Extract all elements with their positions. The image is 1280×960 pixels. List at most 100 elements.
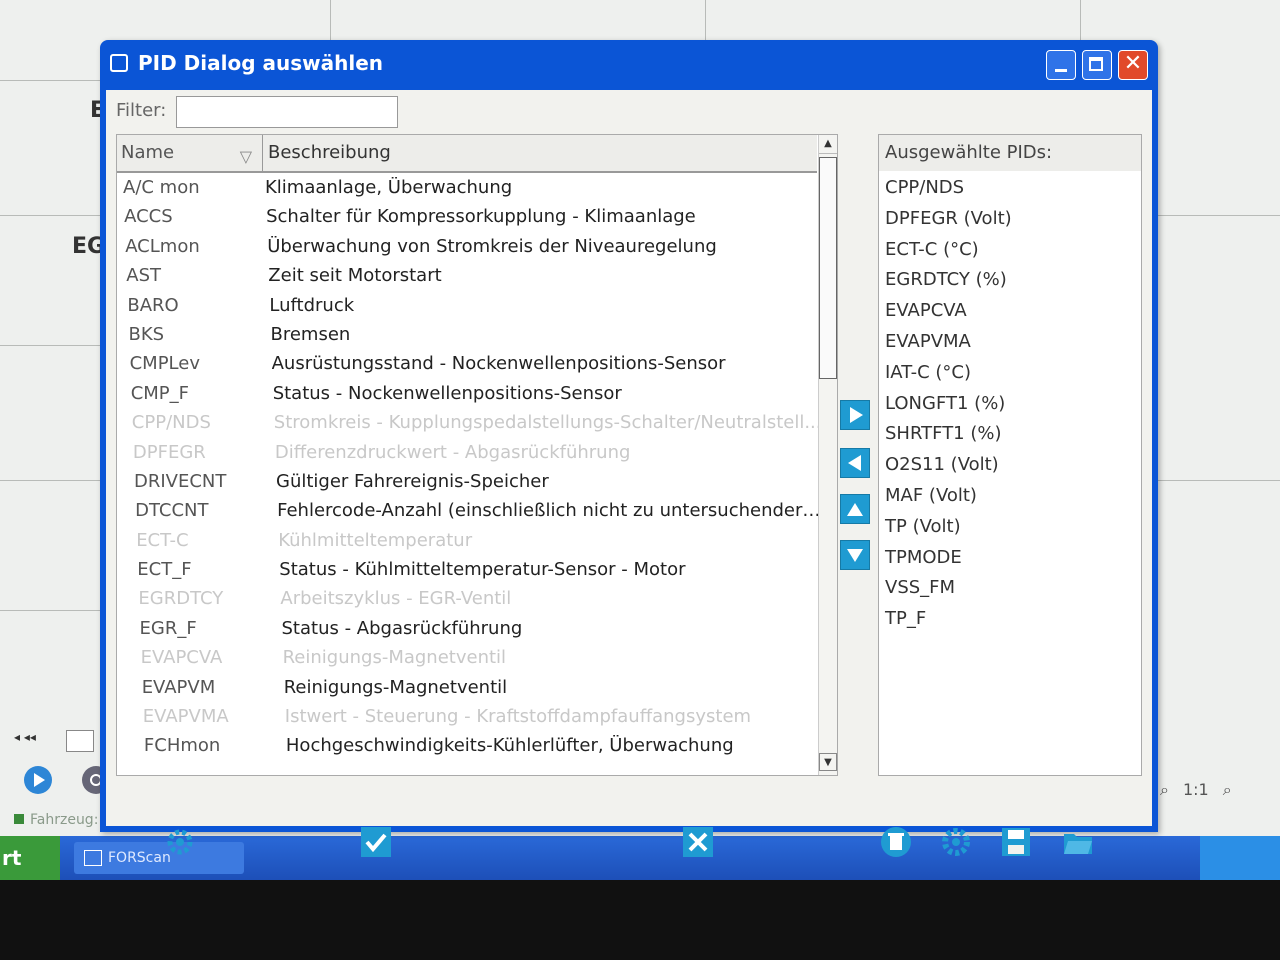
zoom-reset-button[interactable]: 1:1 [1183,780,1209,799]
selected-pids-list: Ausgewählte PIDs: CPP/NDS DPFEGR (Volt) EC… [878,134,1142,776]
table-row[interactable]: CMP_F Status - Nockenwellenpositions-Sens… [117,379,817,408]
table-row[interactable]: AST Zeit seit Motorstart [117,261,817,290]
scroll-up-icon[interactable]: ▲ [819,135,837,154]
row-name: A/C mon [123,177,200,198]
selected-pid-item[interactable]: IAT-C (°C) [879,358,1141,389]
table-row[interactable]: ECT_F Status - Kühlmitteltemperatur-Senso… [117,555,817,584]
row-description: Schalter für Kompressorkupplung - Klimaa… [266,206,696,228]
forscan-app-icon [84,850,102,866]
dialog-title: PID Dialog auswählen [138,51,383,75]
play-button[interactable] [24,766,52,794]
table-row[interactable]: ACLmon Überwachung von Stromkreis der Niv… [117,232,817,261]
selected-pid-item[interactable]: VSS_FM [879,573,1141,604]
selected-pid-item[interactable]: SHRTFT1 (%) [879,419,1141,450]
table-row[interactable]: DPFEGR Differenzdruckwert - Abgasrückführ… [117,438,817,467]
table-row[interactable]: EGRDTCY Arbeitszyklus - EGR-Ventil [117,584,817,613]
scroll-down-icon[interactable]: ▼ [819,753,837,771]
selected-pid-item[interactable]: MAF (Volt) [879,481,1141,512]
filter-input[interactable] [176,96,398,128]
selected-pid-item[interactable]: EGRDTCY (%) [879,265,1141,296]
app-icon [110,54,128,72]
save-button[interactable] [1000,826,1032,858]
settings-button[interactable] [940,826,972,858]
grid-line [1158,215,1280,216]
table-row[interactable]: EVAPVMA Istwert - Steuerung - Kraftstoffd… [117,702,817,731]
table-row[interactable]: DTCCNT Fehlercode-Anzahl (einschließlich … [117,496,825,525]
cancel-button[interactable] [682,826,714,858]
zoom-out-icon[interactable]: ⌕ [1160,780,1169,799]
row-description: Klimaanlage, Überwachung [265,177,513,198]
row-description: Ausrüstungsstand - Nockenwellenpositions… [271,353,726,375]
sort-indicator-icon: ▽ [239,147,252,166]
row-name: ECT_F [137,559,192,581]
selected-pid-item[interactable]: CPP/NDS [879,173,1141,204]
ok-button[interactable] [360,826,392,858]
row-name: CPP/NDS [131,412,211,434]
clear-button[interactable] [880,826,912,858]
grid-line [0,80,100,81]
table-row[interactable]: ACCS Schalter für Kompressorkupplung - Kl… [117,202,817,231]
row-name: BKS [128,323,165,345]
selected-pid-item[interactable]: TP_F [879,604,1141,635]
row-description: Differenzdruckwert - Abgasrückführung [274,441,631,463]
timeline-position-box[interactable] [66,730,94,752]
row-description: Kühlmitteltemperatur [278,529,473,551]
table-row[interactable]: A/C mon Klimaanlage, Überwachung [117,173,817,202]
move-up-button[interactable] [840,494,870,524]
row-name: ACCS [124,206,173,228]
row-name: DTCCNT [135,500,209,522]
table-row[interactable]: BARO Luftdruck [117,291,817,320]
table-row[interactable]: BKS Bremsen [117,320,817,349]
row-name: ACLmon [125,235,200,257]
selected-pid-item[interactable]: EVAPCVA [879,296,1141,327]
scrollbar-thumb[interactable] [819,157,837,379]
table-row[interactable]: EVAPCVA Reinigungs-Magnetventil [117,643,817,672]
row-name: DRIVECNT [134,470,227,492]
start-button[interactable]: rt [0,836,60,880]
table-row[interactable]: DRIVECNT Gültiger Fahrereignis-Speicher [117,467,817,496]
table-row[interactable]: FCHmon Hochgeschwindigkeits-Kühlerlüfter,… [117,731,817,760]
remove-pid-button[interactable] [840,448,870,478]
table-row[interactable]: ECT-C Kühlmitteltemperatur [117,526,817,555]
minimize-button[interactable] [1046,50,1076,80]
timeline-nav-arrows[interactable]: ◂ ◂◂ [14,730,36,744]
row-name: BARO [127,294,179,316]
selected-pid-item[interactable]: TP (Volt) [879,512,1141,543]
zoom-in-icon[interactable]: ⌕ [1223,780,1232,799]
vertical-scrollbar[interactable]: ▲ ▼ [818,135,837,775]
gear-icon [167,829,193,855]
list-header: Name ▽ Beschreibung [117,135,817,173]
system-tray [1200,836,1280,880]
settings-left-button[interactable] [164,826,196,858]
row-description: Bremsen [270,323,351,345]
selected-pid-item[interactable]: DPFEGR (Volt) [879,204,1141,235]
table-row[interactable]: EGR_F Status - Abgasrückführung [117,614,817,643]
row-description: Reinigungs-Magnetventil [283,676,508,698]
row-description: Reinigungs-Magnetventil [282,647,507,669]
table-row[interactable]: CMPLev Ausrüstungsstand - Nockenwellenpos… [117,349,817,378]
column-header-name[interactable]: Name ▽ [117,135,263,171]
selected-pid-item[interactable]: LONGFT1 (%) [879,389,1141,420]
row-name: EVAPVMA [142,706,229,728]
row-description: Status - Abgasrückführung [281,617,523,639]
selected-pid-item[interactable]: ECT-C (°C) [879,235,1141,266]
column-header-description[interactable]: Beschreibung [264,135,814,171]
selected-pid-item[interactable]: TPMODE [879,543,1141,574]
list-rows: A/C mon Klimaanlage, Überwachung ACCS Schal… [117,173,825,761]
selected-pids-items: CPP/NDS DPFEGR (Volt) ECT-C (°C) EGRDTCY (%… [879,173,1141,635]
selected-pid-item[interactable]: EVAPVMA [879,327,1141,358]
move-down-button[interactable] [840,540,870,570]
maximize-button[interactable] [1082,50,1112,80]
selected-pid-item[interactable]: O2S11 (Volt) [879,450,1141,481]
available-pids-list: Name ▽ Beschreibung A/C mon Klimaanlage, … [116,134,838,776]
taskbar-item-forscan[interactable]: FORScan [74,842,244,874]
column-description-label: Beschreibung [268,142,391,163]
row-description: Status - Kühlmitteltemperatur-Sensor - M… [279,559,686,581]
open-button[interactable] [1062,826,1094,858]
close-button[interactable]: ✕ [1118,50,1148,80]
add-pid-button[interactable] [840,400,870,430]
status-vehicle-label: Fahrzeug: [30,812,99,828]
table-row[interactable]: CPP/NDS Stromkreis - Kupplungspedalstellu… [117,408,822,437]
dialog-titlebar[interactable]: PID Dialog auswählen ✕ [100,40,1158,90]
table-row[interactable]: EVAPVM Reinigungs-Magnetventil [117,673,817,702]
